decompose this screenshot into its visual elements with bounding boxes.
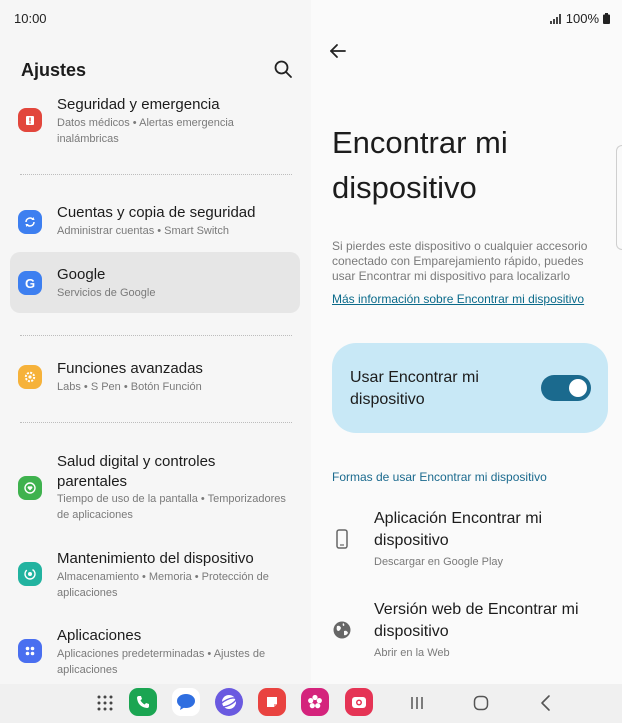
google-icon: G xyxy=(18,271,42,295)
description: Si pierdes este dispositivo o cualquier … xyxy=(332,239,588,283)
back-nav-icon[interactable] xyxy=(535,692,557,714)
status-time: 10:00 xyxy=(14,11,47,26)
toggle-label: Usar Encontrar mi dispositivo xyxy=(350,369,479,408)
settings-item-title: Mantenimiento del dispositivo xyxy=(57,550,254,567)
settings-item-google[interactable]: G Google Servicios de Google xyxy=(10,252,300,313)
divider xyxy=(20,422,292,423)
settings-item-title: Cuentas y copia de seguridad xyxy=(57,204,256,221)
settings-item-apps[interactable]: Aplicaciones Aplicaciones predeterminada… xyxy=(10,625,300,681)
globe-icon xyxy=(333,621,351,639)
page-title: Encontrar mi dispositivo xyxy=(332,125,508,205)
phone-icon xyxy=(336,529,348,549)
learn-more-link[interactable]: Más información sobre Encontrar mi dispo… xyxy=(332,292,584,306)
page-title: Ajustes xyxy=(21,60,87,80)
battery-icon xyxy=(603,13,610,24)
internet-app-icon[interactable] xyxy=(215,688,243,716)
app-drawer-icon[interactable] xyxy=(94,692,116,714)
divider xyxy=(20,335,292,336)
settings-item-subtitle: Tiempo de uso de la pantalla • Temporiza… xyxy=(57,493,286,521)
settings-item-title: Aplicaciones xyxy=(57,627,142,644)
option-app[interactable]: Aplicación Encontrar mi dispositivo Desc… xyxy=(311,508,622,572)
option-subtitle: Descargar en Google Play xyxy=(374,556,504,568)
settings-item-device-care[interactable]: Mantenimiento del dispositivo Almacenami… xyxy=(10,547,300,603)
recent-apps-icon[interactable] xyxy=(406,692,428,714)
navigation-bar xyxy=(0,684,622,723)
settings-item-subtitle: Datos médicos • Alertas emergencia inalá… xyxy=(57,117,234,145)
notes-app-icon[interactable] xyxy=(258,688,286,716)
settings-item-title: Salud digital y controles parentales xyxy=(57,453,216,490)
home-icon[interactable] xyxy=(470,692,492,714)
find-my-device-toggle-card[interactable]: Usar Encontrar mi dispositivo xyxy=(332,343,608,433)
find-my-device-switch[interactable] xyxy=(541,375,591,401)
search-icon[interactable] xyxy=(272,58,294,80)
edge-panel-handle[interactable] xyxy=(616,145,622,250)
status-indicators: 100% xyxy=(549,11,610,26)
settings-item-title: Seguridad y emergencia xyxy=(57,96,220,113)
apps-grid-icon xyxy=(18,639,42,663)
section-header: Formas de usar Encontrar mi dispositivo xyxy=(332,470,547,484)
settings-item-security[interactable]: Seguridad y emergencia Datos médicos • A… xyxy=(10,92,300,152)
option-web[interactable]: Versión web de Encontrar mi dispositivo … xyxy=(311,599,622,663)
messages-app-icon[interactable] xyxy=(172,688,200,716)
find-my-device-pane: 100% Encontrar mi dispositivo Si pierdes… xyxy=(311,0,622,684)
settings-item-title: Google xyxy=(57,266,106,283)
gallery-app-icon[interactable] xyxy=(301,688,329,716)
battery-level: 100% xyxy=(565,11,599,26)
option-title: Versión web de Encontrar mi dispositivo xyxy=(374,601,579,640)
settings-item-subtitle: Labs • S Pen • Botón Función xyxy=(57,381,202,393)
settings-item-title: Funciones avanzadas xyxy=(57,360,203,377)
settings-pane: 10:00 Ajustes Seguridad y emergencia Dat… xyxy=(0,0,311,684)
camera-app-icon[interactable] xyxy=(345,688,373,716)
device-care-icon xyxy=(18,562,42,586)
shield-alert-icon xyxy=(18,108,42,132)
gear-plus-icon xyxy=(18,365,42,389)
settings-item-subtitle: Administrar cuentas • Smart Switch xyxy=(57,225,229,237)
sync-icon xyxy=(18,210,42,234)
option-subtitle: Abrir en la Web xyxy=(374,647,450,659)
settings-item-subtitle: Servicios de Google xyxy=(57,287,156,299)
settings-item-advanced-features[interactable]: Funciones avanzadas Labs • S Pen • Botón… xyxy=(10,356,300,400)
signal-icon xyxy=(549,13,561,24)
settings-item-digital-wellbeing[interactable]: Salud digital y controles parentales Tie… xyxy=(10,450,300,530)
switch-knob xyxy=(569,379,587,397)
settings-item-subtitle: Almacenamiento • Memoria • Protección de… xyxy=(57,571,269,599)
divider xyxy=(20,174,292,175)
option-title: Aplicación Encontrar mi dispositivo xyxy=(374,510,543,549)
phone-app-icon[interactable] xyxy=(129,688,157,716)
settings-item-subtitle: Aplicaciones predeterminadas • Ajustes d… xyxy=(57,648,266,676)
back-arrow-icon[interactable] xyxy=(327,40,349,62)
settings-item-accounts[interactable]: Cuentas y copia de seguridad Administrar… xyxy=(10,200,300,244)
heart-circle-icon xyxy=(18,476,42,500)
